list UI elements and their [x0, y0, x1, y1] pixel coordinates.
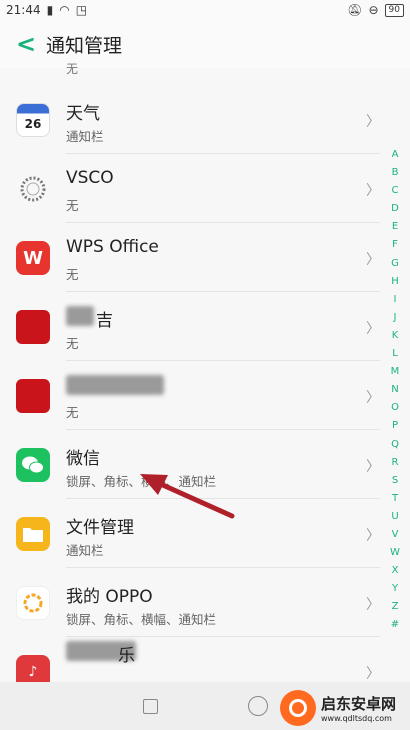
chevron-right-icon: 〉	[366, 183, 380, 199]
recent-apps-icon[interactable]	[142, 698, 158, 714]
app-name: WPS Office	[66, 237, 159, 257]
chevron-right-icon: 〉	[366, 597, 380, 613]
chevron-right-icon: 〉	[366, 459, 380, 475]
list-item-redacted-2[interactable]: 无 〉	[0, 361, 380, 430]
watermark-logo-icon	[280, 690, 316, 726]
silent-icon: 🔕︎	[347, 3, 363, 17]
red-app-icon	[16, 379, 50, 413]
app-name-partial: 吉	[96, 311, 113, 331]
index-letter[interactable]: #	[384, 616, 406, 634]
index-letter[interactable]: V	[384, 526, 406, 544]
watermark: 启东安卓网 www.qdltsdq.com	[280, 690, 396, 726]
notification-types: 无	[66, 267, 79, 282]
page-title: 通知管理	[46, 34, 123, 57]
index-letter[interactable]: C	[384, 182, 406, 200]
notification-types: 通知栏	[66, 543, 104, 558]
index-letter[interactable]: Y	[384, 580, 406, 598]
folder-icon	[16, 517, 50, 551]
index-letter[interactable]: L	[384, 345, 406, 363]
notification-types: 无	[66, 336, 79, 351]
index-letter[interactable]: U	[384, 508, 406, 526]
chevron-right-icon: 〉	[366, 528, 380, 544]
index-letter[interactable]: K	[384, 327, 406, 345]
index-letter[interactable]: Z	[384, 598, 406, 616]
index-letter[interactable]: B	[384, 164, 406, 182]
list-item-wps[interactable]: W WPS Office 无 〉	[0, 223, 380, 292]
notification-types: 锁屏、角标、横幅、通知栏	[66, 612, 217, 627]
vsco-icon	[16, 172, 50, 206]
index-letter[interactable]: S	[384, 472, 406, 490]
chevron-right-icon: 〉	[366, 114, 380, 130]
redacted-name	[66, 306, 94, 326]
list-item-redacted-1[interactable]: 吉 无 〉	[0, 292, 380, 361]
notification-types: 通知栏	[66, 129, 104, 144]
index-letter[interactable]: N	[384, 381, 406, 399]
back-arrow-icon[interactable]: <	[16, 32, 42, 56]
red-app-icon	[16, 310, 50, 344]
list-item-vsco[interactable]: VSCO 无 〉	[0, 154, 380, 223]
app-name: 微信	[66, 449, 100, 469]
index-letter[interactable]: R	[384, 454, 406, 472]
index-letter[interactable]: P	[384, 417, 406, 435]
index-letter[interactable]: E	[384, 218, 406, 236]
index-letter[interactable]: Q	[384, 436, 406, 454]
notification-types: 锁屏、角标、横幅、通知栏	[66, 474, 217, 489]
partial-row-sub: 无	[66, 62, 79, 76]
index-letter[interactable]: I	[384, 291, 406, 309]
oppo-icon	[16, 586, 50, 620]
app-name: 天气	[66, 104, 100, 124]
chevron-right-icon: 〉	[366, 390, 380, 406]
app-name: 我的 OPPO	[66, 587, 153, 607]
index-letter[interactable]: T	[384, 490, 406, 508]
status-bar: 21:44 ▮ ◠ ◳ 🔕︎ ⊖ 90	[0, 0, 410, 20]
index-letter[interactable]: M	[384, 363, 406, 381]
nfc-icon: ◳	[75, 3, 88, 17]
index-letter[interactable]: O	[384, 399, 406, 417]
list-item-file-manager[interactable]: 文件管理 通知栏 〉	[0, 499, 380, 568]
app-name: VSCO	[66, 168, 114, 188]
index-letter[interactable]: D	[384, 200, 406, 218]
index-letter[interactable]: H	[384, 273, 406, 291]
alphabet-index[interactable]: A B C D E F G H I J K L M N O P Q R S T U V W X Y Z #	[384, 146, 406, 635]
home-icon[interactable]	[247, 696, 268, 716]
signal-icon: ▮	[46, 3, 54, 17]
redacted-name	[66, 375, 164, 395]
list-item-my-oppo[interactable]: 我的 OPPO 锁屏、角标、横幅、通知栏 〉	[0, 568, 380, 637]
index-letter[interactable]: W	[384, 544, 406, 562]
index-letter[interactable]: J	[384, 309, 406, 327]
battery-indicator: 90	[384, 3, 404, 17]
watermark-title: 启东安卓网	[321, 695, 397, 713]
wechat-icon	[16, 448, 50, 482]
wps-icon: W	[16, 241, 50, 275]
chevron-right-icon: 〉	[366, 321, 380, 337]
chevron-right-icon: 〉	[366, 252, 380, 268]
wifi-icon: ◠	[59, 3, 70, 17]
app-name: 文件管理	[66, 518, 134, 538]
app-name-partial: 乐	[118, 646, 135, 666]
notification-types: 无	[66, 405, 79, 420]
weather-icon: 26	[16, 103, 50, 137]
index-letter[interactable]: X	[384, 562, 406, 580]
list-item-wechat[interactable]: 微信 锁屏、角标、横幅、通知栏 〉	[0, 430, 380, 499]
status-time: 21:44	[6, 3, 41, 17]
notification-types: 无	[66, 198, 79, 213]
index-letter[interactable]: G	[384, 255, 406, 273]
do-not-disturb-icon: ⊖	[368, 3, 379, 17]
watermark-url: www.qdltsdq.com	[321, 714, 392, 723]
index-letter[interactable]: F	[384, 236, 406, 254]
chevron-right-icon: 〉	[366, 666, 380, 682]
index-letter[interactable]: A	[384, 146, 406, 164]
list-item-weather[interactable]: 26 天气 通知栏 〉	[0, 85, 380, 154]
app-header: < 通知管理	[0, 20, 410, 68]
